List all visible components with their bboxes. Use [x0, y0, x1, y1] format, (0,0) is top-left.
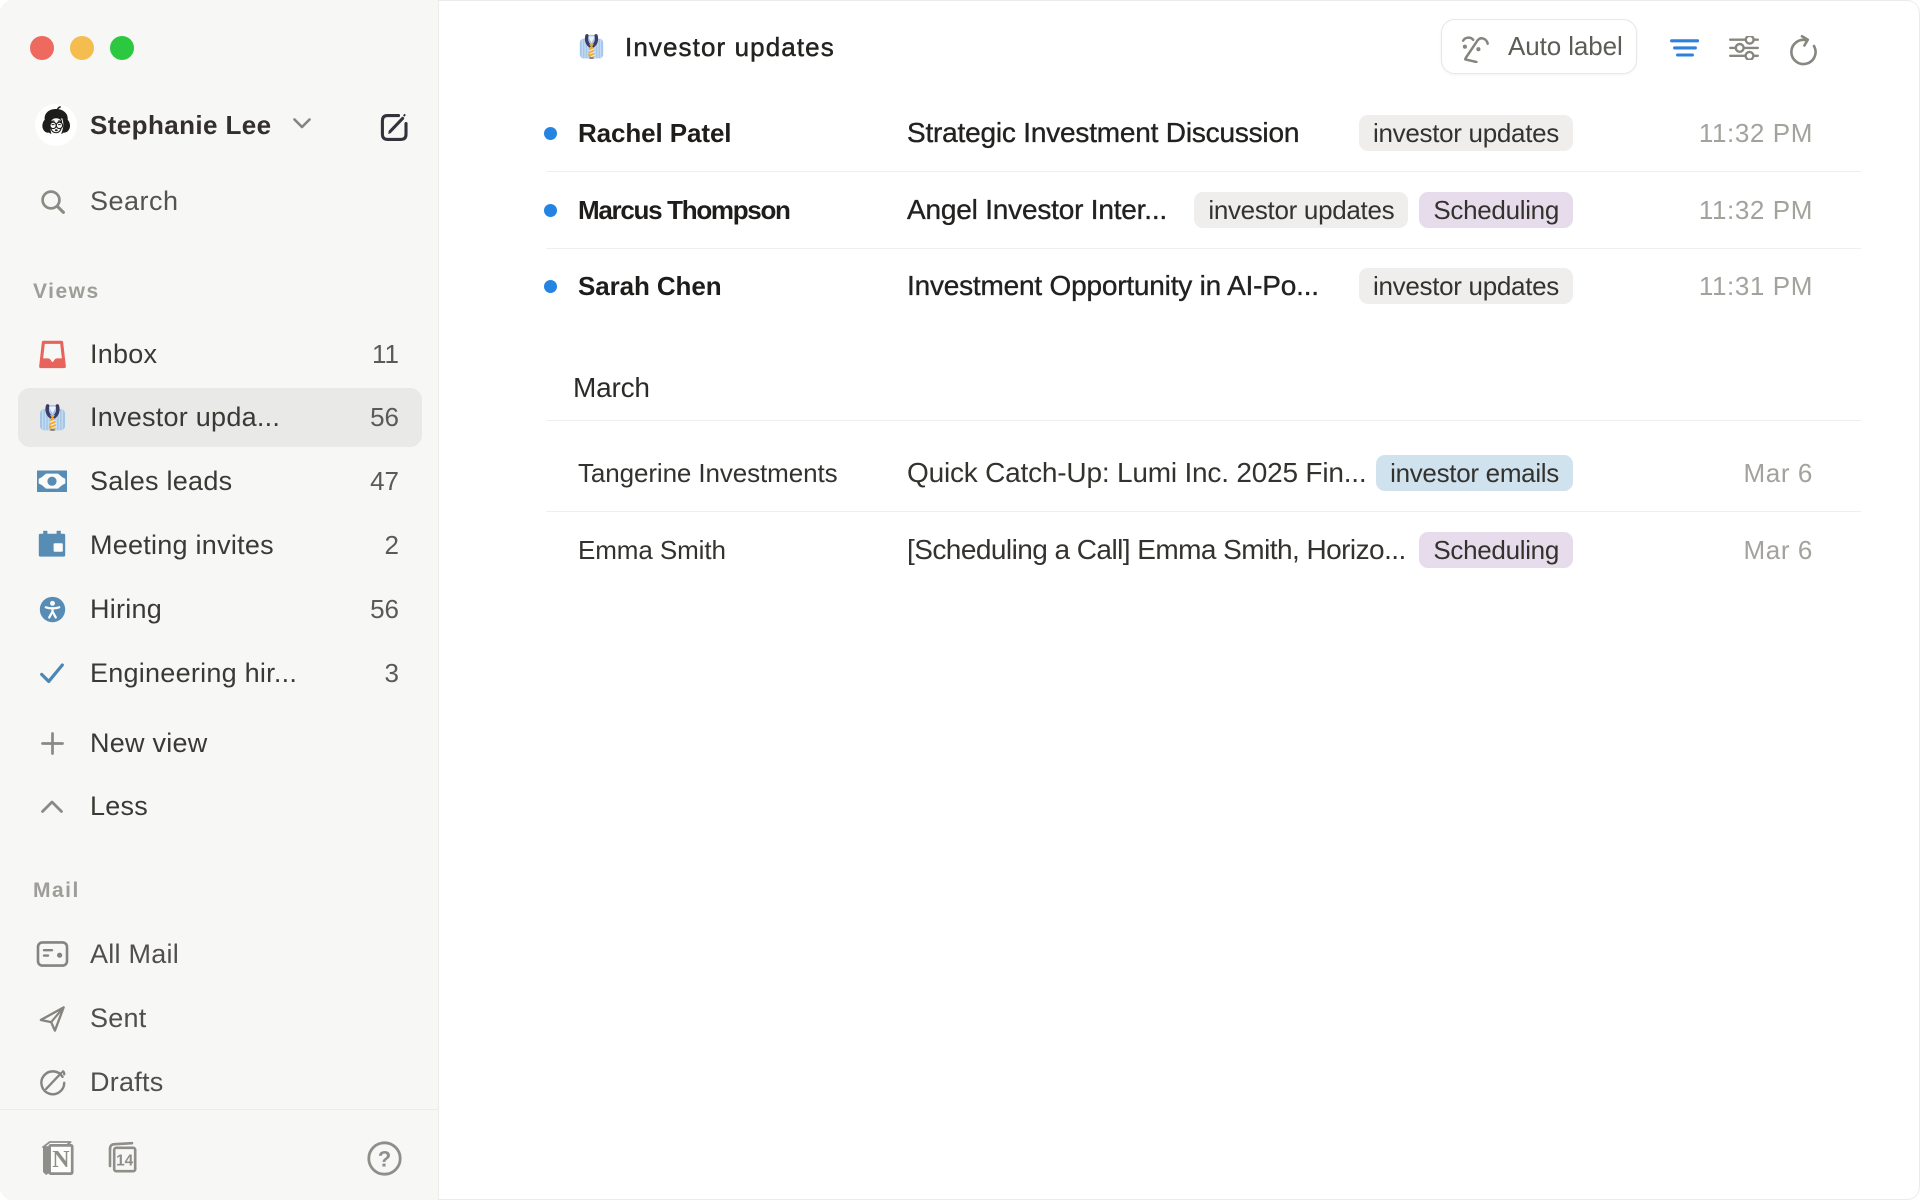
svg-text:14: 14: [116, 1153, 134, 1170]
svg-text:?: ?: [378, 1147, 391, 1172]
svg-text:N: N: [52, 1147, 70, 1173]
